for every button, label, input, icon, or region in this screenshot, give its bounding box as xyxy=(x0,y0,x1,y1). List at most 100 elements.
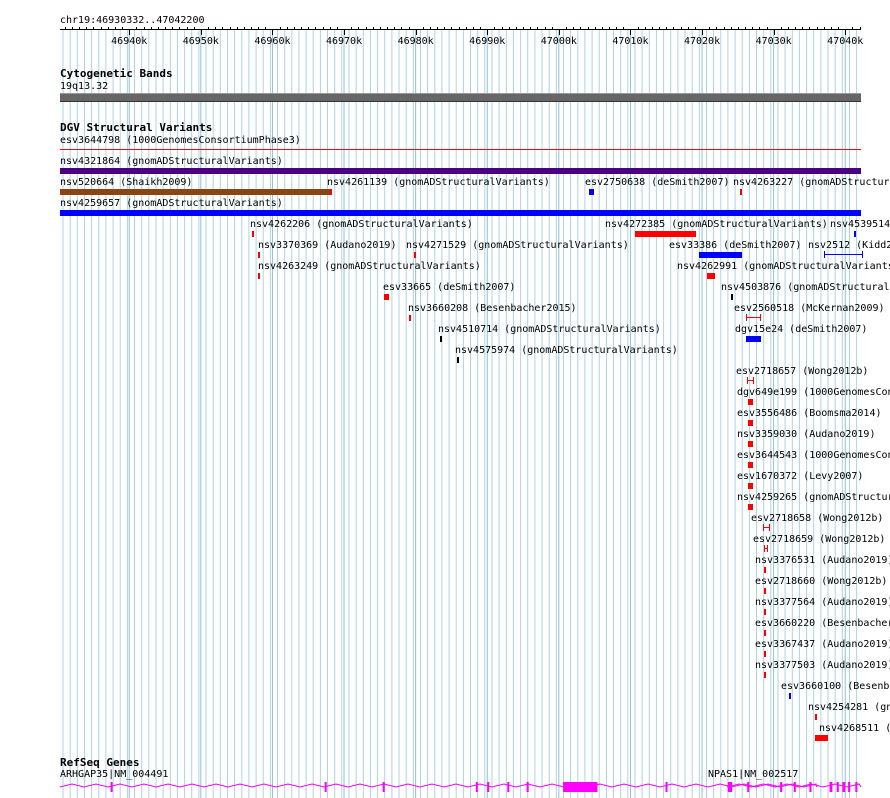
ruler-minor-tick xyxy=(823,27,825,29)
ruler-minor-tick xyxy=(644,27,646,29)
ruler-minor-tick xyxy=(859,27,861,29)
variant-label: esv2718660 (Wong2012b) xyxy=(755,576,888,587)
variant-feature[interactable] xyxy=(788,693,791,699)
ruler-minor-tick xyxy=(365,27,367,29)
ruler-minor-tick xyxy=(100,27,102,29)
variant-feature[interactable] xyxy=(747,504,753,510)
ruler-minor-tick xyxy=(745,27,746,29)
variant-feature[interactable] xyxy=(698,252,743,258)
ruler-major-tick xyxy=(415,29,417,35)
ruler-minor-tick xyxy=(387,27,388,29)
variant-label: esv3660100 (Besenbacher2015) xyxy=(781,681,890,692)
variant-feature[interactable] xyxy=(707,273,715,279)
variant-label: nsv4254281 (gnomADStructuralVariants) xyxy=(808,702,890,713)
ruler-minor-tick xyxy=(830,27,832,29)
variant-label: dgv649e199 (1000GenomesConsortiumPhase3) xyxy=(737,387,890,398)
variant-feature[interactable] xyxy=(60,210,861,216)
ruler-minor-tick xyxy=(802,27,804,29)
gene-exon xyxy=(855,782,858,792)
variant-feature[interactable] xyxy=(252,231,254,237)
ruler-minor-tick xyxy=(472,27,474,29)
ruler-minor-tick xyxy=(465,27,467,29)
variant-feature[interactable] xyxy=(853,231,856,237)
ruler-minor-tick xyxy=(229,27,231,29)
ruler-minor-tick xyxy=(580,27,582,29)
variant-feature[interactable] xyxy=(764,609,767,615)
ruler-minor-tick xyxy=(838,27,840,29)
variant-feature[interactable] xyxy=(764,588,767,594)
variant-feature[interactable] xyxy=(815,735,829,741)
variant-feature[interactable] xyxy=(764,651,767,657)
variant-feature[interactable] xyxy=(763,545,769,552)
variant-label: nsv4510714 (gnomADStructuralVariants) xyxy=(438,324,661,335)
variant-label: nsv4268511 (gnomADStructuralVariants) xyxy=(819,723,890,734)
ruler-minor-tick xyxy=(494,27,496,29)
variant-feature[interactable] xyxy=(60,168,861,174)
genome-browser-view: chr19:46930332..47042200 46940k 46950k 469… xyxy=(0,0,890,798)
ruler-major-tick xyxy=(630,29,632,35)
variant-label: esv33386 (deSmith2007) xyxy=(669,240,802,251)
ruler-minor-tick xyxy=(759,27,761,29)
variant-feature[interactable] xyxy=(815,714,818,720)
gene-exon xyxy=(842,782,846,792)
variant-feature[interactable] xyxy=(588,189,594,195)
variant-feature[interactable] xyxy=(440,336,442,342)
variant-feature[interactable] xyxy=(747,462,753,468)
variant-label: esv3367437 (Audano2019) xyxy=(755,639,890,650)
variant-feature[interactable] xyxy=(635,231,696,237)
ruler-minor-tick xyxy=(730,27,732,29)
variant-feature[interactable] xyxy=(747,483,753,489)
ruler-minor-tick xyxy=(258,27,260,29)
variant-feature[interactable] xyxy=(745,336,761,342)
variant-feature[interactable] xyxy=(329,189,332,195)
variant-feature[interactable] xyxy=(764,672,767,678)
variant-feature[interactable] xyxy=(60,149,861,150)
variant-feature[interactable] xyxy=(414,252,417,258)
variant-feature[interactable] xyxy=(764,567,767,573)
ruler-minor-tick xyxy=(788,27,789,29)
variant-feature[interactable] xyxy=(762,524,770,531)
ruler-minor-tick xyxy=(673,27,675,29)
variant-feature[interactable] xyxy=(383,294,389,300)
variant-feature[interactable] xyxy=(747,399,753,405)
ruler-tick-label: 47040k xyxy=(827,36,864,47)
ruler-tick-label: 46990k xyxy=(469,36,506,47)
ruler-minor-tick xyxy=(551,27,553,29)
variant-label: nsv3377503 (Audano2019) xyxy=(755,660,890,671)
variant-feature[interactable] xyxy=(457,357,460,363)
variant-label: dgv15e24 (deSmith2007) xyxy=(735,324,868,335)
variant-label: esv3660220 (Besenbacher2015) xyxy=(755,618,890,629)
variant-label: nsv4575974 (gnomADStructuralVariants) xyxy=(455,345,678,356)
variant-feature[interactable] xyxy=(60,189,332,195)
ruler-minor-tick xyxy=(114,27,116,29)
ruler-minor-tick xyxy=(286,27,288,29)
gene-model[interactable] xyxy=(0,778,890,798)
ruler-minor-tick xyxy=(422,27,424,29)
ruler-tick-label: 47000k xyxy=(540,36,577,47)
ruler-minor-tick xyxy=(458,27,460,29)
variant-feature[interactable] xyxy=(823,251,863,258)
ruler-minor-tick xyxy=(566,27,567,29)
variant-label: esv1670372 (Levy2007) xyxy=(737,471,864,482)
variant-feature[interactable] xyxy=(740,189,742,195)
variant-feature[interactable] xyxy=(745,314,762,321)
gene-exon xyxy=(727,782,733,792)
variant-feature[interactable] xyxy=(258,273,261,279)
variant-feature[interactable] xyxy=(408,315,411,321)
ruler-minor-tick xyxy=(308,27,310,29)
variant-feature[interactable] xyxy=(764,630,767,636)
ruler-minor-tick xyxy=(172,27,174,29)
variant-feature[interactable] xyxy=(747,441,753,447)
ruler-minor-tick xyxy=(752,27,754,29)
cytoband-bar[interactable] xyxy=(60,93,861,102)
variant-feature[interactable] xyxy=(747,420,753,426)
variant-feature[interactable] xyxy=(731,294,734,300)
background-grid xyxy=(62,30,858,798)
ruler-line xyxy=(60,29,861,30)
variant-label: nsv4259265 (gnomADStructuralVariants) xyxy=(737,492,890,503)
variant-label: esv2718659 (Wong2012b) xyxy=(753,534,886,545)
ruler-minor-tick xyxy=(157,27,159,29)
variant-feature[interactable] xyxy=(258,252,261,258)
variant-feature[interactable] xyxy=(747,377,755,384)
ruler-minor-tick xyxy=(544,27,546,29)
